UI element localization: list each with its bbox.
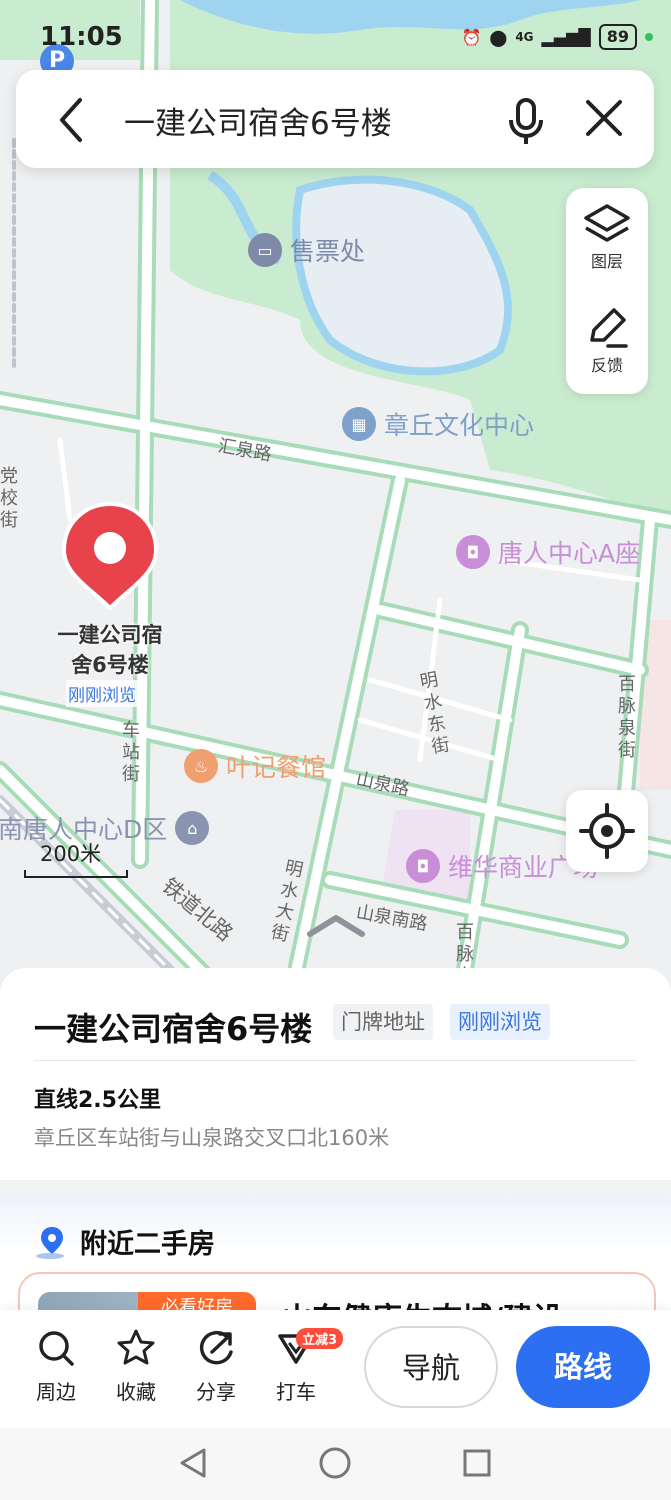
layers-button[interactable]: 图层: [566, 202, 648, 272]
close-icon[interactable]: [582, 96, 626, 140]
poi-ticket-office[interactable]: ▭ 售票处: [248, 232, 365, 268]
place-name: 一建公司宿舍6号楼: [34, 1010, 313, 1048]
pin-badge: 刚刚浏览: [66, 680, 138, 707]
favorite-label: 收藏: [116, 1380, 156, 1404]
scale-label: 200米: [40, 842, 102, 866]
home-circle-icon[interactable]: [318, 1446, 352, 1480]
status-icons: ⏰ ⬤ 4G ▂▄▆█ 89: [461, 24, 653, 50]
crosshair-icon: [579, 803, 635, 859]
battery-indicator: 89: [598, 24, 637, 50]
shopping-bag-icon: ◘: [406, 849, 440, 883]
share-button[interactable]: 分享: [184, 1328, 248, 1405]
pin-label[interactable]: 一建公司宿 舍6号楼: [40, 620, 180, 680]
feedback-label: 反馈: [590, 356, 623, 375]
back-triangle-icon[interactable]: [176, 1446, 210, 1480]
signal-icon: ▂▄▆█: [541, 27, 591, 47]
status-bar: 11:05 ⏰ ⬤ 4G ▂▄▆█ 89: [0, 0, 671, 70]
distance-text: 直线2.5公里: [34, 1088, 161, 1113]
location-pin-icon[interactable]: [60, 500, 160, 612]
star-icon: [117, 1329, 155, 1365]
poi-restaurant[interactable]: ♨ 叶记餐馆: [184, 748, 326, 784]
microphone-icon[interactable]: [506, 96, 546, 146]
layers-label: 图层: [590, 252, 623, 271]
road-label: 百脉泉街: [618, 674, 636, 761]
road-label: 车站街: [122, 720, 140, 785]
address-tag: 门牌地址: [333, 1004, 433, 1040]
nearby-label: 周边: [36, 1380, 76, 1404]
poi-label: 售票处: [290, 237, 366, 266]
ticket-icon: ▭: [248, 233, 282, 267]
share-icon: [199, 1330, 233, 1365]
taxi-label: 打车: [276, 1380, 316, 1404]
poi-tangren-a[interactable]: ◘ 唐人中心A座: [456, 534, 640, 570]
location-marker-icon: [36, 1226, 64, 1259]
poi-culture-center[interactable]: ▦ 章丘文化中心: [342, 406, 534, 442]
taxi-promo-badge: 立减3: [296, 1328, 344, 1349]
building-icon: ▦: [342, 407, 376, 441]
recents-square-icon[interactable]: [460, 1446, 494, 1480]
layers-icon: [584, 204, 630, 242]
poi-label: 章丘文化中心: [384, 411, 535, 440]
recent-tag: 刚刚浏览: [450, 1004, 550, 1040]
locate-me-button[interactable]: [566, 790, 648, 872]
road-label: 党校街: [0, 466, 18, 531]
poi-label: 唐人中心A座: [498, 539, 641, 568]
map-scale: 200米: [24, 838, 128, 878]
residential-icon: ⌂: [175, 811, 210, 845]
status-time: 11:05: [40, 22, 123, 52]
share-label: 分享: [196, 1380, 236, 1404]
nearby-title: 附近二手房: [80, 1229, 215, 1260]
navigate-button[interactable]: 导航: [364, 1326, 498, 1408]
search-icon: [39, 1331, 74, 1366]
privacy-dot: [645, 33, 653, 41]
back-arrow-icon[interactable]: [56, 94, 86, 146]
scale-bar: [24, 870, 128, 878]
shopping-bag-icon: ◘: [456, 535, 490, 569]
feedback-button[interactable]: 反馈: [566, 306, 648, 376]
map-tools-panel: 图层 反馈: [566, 188, 648, 394]
chevron-up-icon[interactable]: [306, 912, 366, 938]
route-button[interactable]: 路线: [516, 1326, 650, 1408]
search-query[interactable]: 一建公司宿舍6号楼: [124, 98, 392, 143]
search-bar: 一建公司宿舍6号楼: [16, 70, 654, 168]
address-text: 章丘区车站街与山泉路交叉口北160米: [34, 1126, 390, 1150]
edit-pencil-icon: [590, 308, 628, 348]
pin-label-line1: 一建公司宿: [57, 623, 163, 647]
poi-label: 叶记餐馆: [226, 753, 327, 782]
alarm-icon: ⏰: [461, 27, 482, 47]
pin-label-line2: 舍6号楼: [71, 653, 149, 677]
divider: [34, 1060, 636, 1061]
favorite-button[interactable]: 收藏: [104, 1328, 168, 1405]
network-type: 4G: [515, 30, 534, 44]
system-navigation-bar: [0, 1428, 671, 1500]
nearby-header: 附近二手房: [34, 1222, 215, 1261]
location-icon: ⬤: [489, 27, 508, 47]
section-gap: [0, 1180, 671, 1194]
place-detail-sheet: 一建公司宿舍6号楼 门牌地址 刚刚浏览 直线2.5公里 章丘区车站街与山泉路交叉…: [0, 968, 671, 1180]
nearby-button[interactable]: 周边: [24, 1328, 88, 1405]
restaurant-icon: ♨: [184, 749, 218, 783]
